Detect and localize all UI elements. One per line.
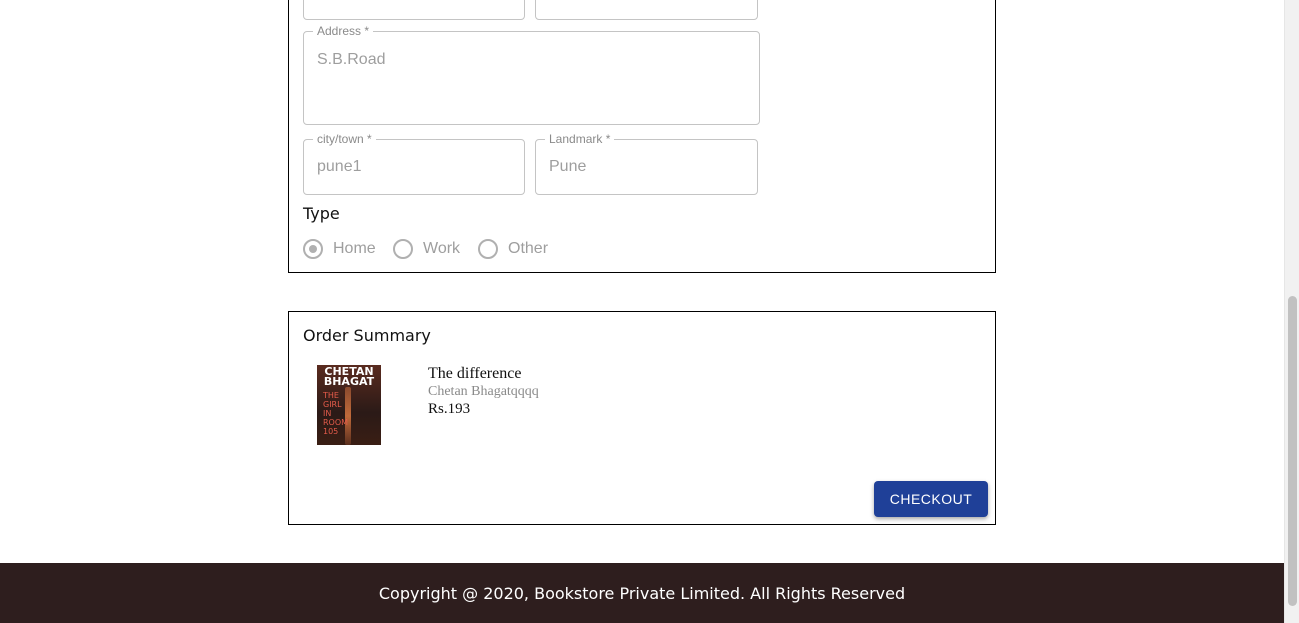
landmark-value: Pune (549, 158, 587, 175)
radio-unchecked-icon (478, 239, 498, 259)
customer-details-card: Address * S.B.Road city/town * pune1 Lan… (288, 0, 996, 273)
name-field-partial[interactable] (303, 0, 525, 20)
radio-unchecked-icon (393, 239, 413, 259)
radio-work-label: Work (423, 240, 461, 257)
book-title: The difference (428, 365, 522, 382)
type-heading: Type (303, 204, 340, 223)
radio-work[interactable]: Work (393, 238, 460, 260)
page-scrollbar[interactable] (1284, 0, 1299, 623)
radio-checked-icon (303, 239, 323, 259)
order-summary-heading: Order Summary (303, 326, 431, 345)
book-cover-author-text: CHETAN BHAGAT (323, 365, 375, 388)
address-field[interactable]: Address * S.B.Road (303, 23, 760, 125)
phone-field-partial[interactable] (535, 0, 758, 20)
order-summary-card: Order Summary CHETAN BHAGAT THE GIRL IN … (288, 311, 996, 525)
radio-other[interactable]: Other (478, 238, 548, 260)
book-price: Rs.193 (428, 401, 471, 417)
address-label: Address * (313, 23, 374, 39)
book-cover-image: CHETAN BHAGAT THE GIRL IN ROOM 105 (317, 365, 381, 445)
landmark-label: Landmark * (545, 131, 615, 147)
address-value: S.B.Road (317, 51, 386, 68)
book-cover-subtitle-text: THE GIRL IN ROOM 105 (323, 391, 349, 436)
book-author: Chetan Bhagatqqqq (428, 384, 539, 399)
checkout-button[interactable]: CHECKOUT (874, 481, 988, 517)
radio-other-label: Other (508, 240, 549, 257)
footer-copyright: Copyright @ 2020, Bookstore Private Limi… (378, 583, 906, 603)
landmark-field[interactable]: Landmark * Pune (535, 131, 758, 195)
city-value: pune1 (317, 158, 362, 175)
city-label: city/town * (313, 131, 376, 147)
radio-home[interactable]: Home (303, 238, 376, 260)
radio-home-label: Home (333, 240, 376, 257)
city-field[interactable]: city/town * pune1 (303, 131, 525, 195)
scrollbar-thumb[interactable] (1288, 296, 1297, 606)
footer: Copyright @ 2020, Bookstore Private Limi… (0, 563, 1284, 623)
